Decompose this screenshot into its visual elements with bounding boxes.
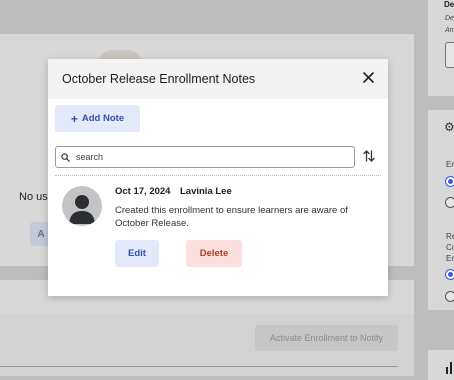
background-right-header: De xyxy=(444,0,454,9)
search-box[interactable] xyxy=(55,146,355,168)
note-body: Created this enrollment to ensure learne… xyxy=(115,205,348,229)
background-radio-selected-2 xyxy=(445,269,454,280)
background-no-users-text: No us xyxy=(19,191,48,203)
search-icon xyxy=(61,152,70,162)
background-right-settings-card xyxy=(428,110,454,310)
delete-note-button[interactable]: Delete xyxy=(186,240,242,267)
add-note-button[interactable]: + Add Note xyxy=(55,105,140,132)
search-input[interactable] xyxy=(74,151,338,163)
modal-title: October Release Enrollment Notes xyxy=(62,72,256,86)
sort-icon[interactable] xyxy=(363,149,375,163)
note-date: Oct 17, 2024 xyxy=(115,186,171,197)
add-note-label: Add Note xyxy=(81,113,125,124)
notes-modal: October Release Enrollment Notes + Add N… xyxy=(48,59,388,296)
user-avatar-icon xyxy=(62,186,102,226)
background-right-label-2: Re xyxy=(446,232,454,241)
background-right-label-3: Co xyxy=(446,243,454,252)
background-radio xyxy=(445,197,454,208)
background-right-small-2: Am xyxy=(445,27,454,34)
background-radio-selected xyxy=(445,176,454,187)
background-right-small-1: De xyxy=(445,15,454,22)
plus-icon: + xyxy=(70,111,78,126)
bar-chart-icon xyxy=(446,362,452,374)
modal-header: October Release Enrollment Notes xyxy=(48,59,388,99)
background-divider xyxy=(0,366,398,367)
activate-enrollment-button: Activate Enrollment to Notify xyxy=(255,325,398,351)
background-right-label-1: Er xyxy=(446,160,454,169)
background-right-label-4: Er xyxy=(446,254,454,263)
background-radio-2 xyxy=(445,291,454,302)
note-author: Lavinia Lee xyxy=(180,186,232,197)
gear-icon: ⚙ xyxy=(444,120,454,134)
notes-divider xyxy=(55,175,381,177)
edit-note-button[interactable]: Edit xyxy=(115,240,159,267)
background-right-input xyxy=(445,42,454,68)
close-icon[interactable] xyxy=(363,71,374,87)
